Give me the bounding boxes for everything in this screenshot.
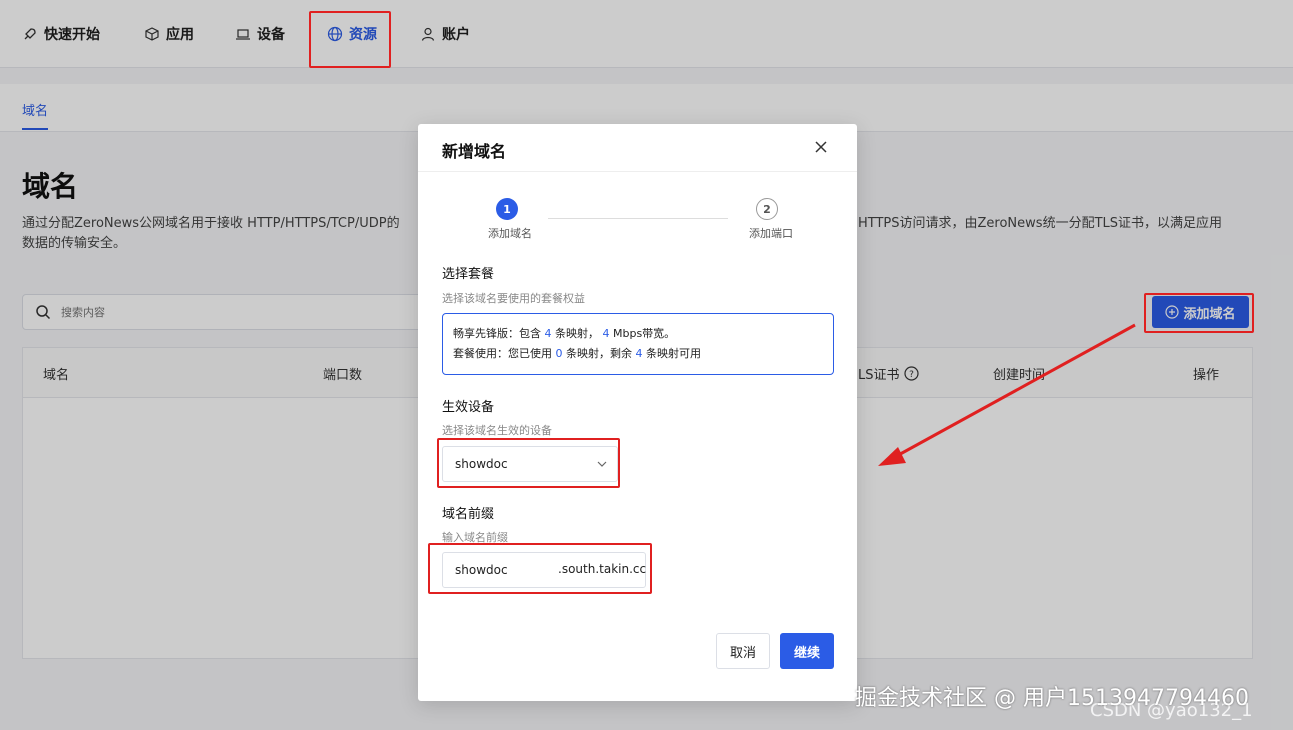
arrow-annotation (878, 323, 1136, 466)
watermark: 掘金技术社区 @ 用户1513947794460 (855, 686, 1249, 711)
